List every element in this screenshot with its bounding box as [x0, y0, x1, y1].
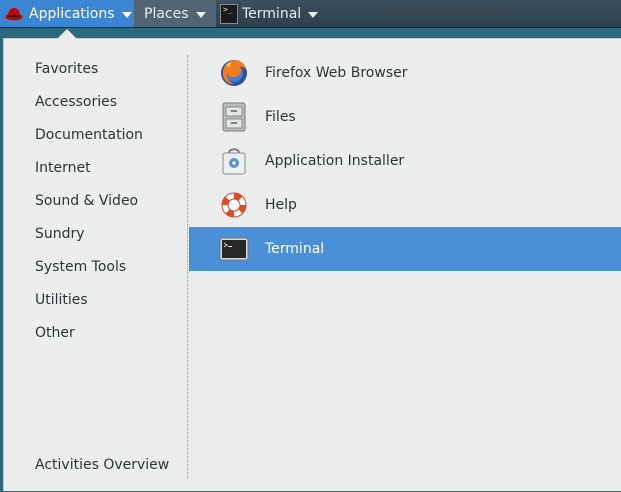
applications-menu-popup: Favorites Accessories Documentation Inte… — [3, 38, 621, 491]
category-item[interactable]: Sound & Video — [35, 191, 138, 211]
app-item-help[interactable]: Help — [189, 183, 621, 227]
menu-divider — [187, 55, 188, 479]
app-label: Terminal — [265, 241, 325, 257]
places-menu-button[interactable]: Places — [134, 0, 216, 27]
applications-menu-button[interactable]: Applications — [0, 0, 134, 27]
terminal-icon: >_ — [220, 3, 238, 24]
app-item-application-installer[interactable]: Application Installer — [189, 139, 621, 183]
app-label: Files — [265, 109, 296, 125]
places-label: Places — [144, 5, 189, 22]
terminal-app-label: Terminal — [242, 5, 302, 22]
top-bar: Applications Places >_ Terminal — [0, 0, 621, 28]
files-icon — [218, 101, 250, 133]
category-item[interactable]: Sundry — [35, 224, 85, 244]
category-item[interactable]: Accessories — [35, 92, 117, 112]
category-item[interactable]: Other — [35, 323, 75, 343]
app-item-firefox[interactable]: Firefox Web Browser — [189, 51, 621, 95]
app-item-terminal[interactable]: Terminal — [189, 227, 621, 271]
chevron-down-icon — [308, 11, 319, 18]
redhat-logo-icon — [4, 5, 24, 23]
app-item-files[interactable]: Files — [189, 95, 621, 139]
terminal-app-menu-button[interactable]: >_ Terminal — [216, 0, 326, 27]
app-label: Help — [265, 197, 297, 213]
app-label: Firefox Web Browser — [265, 65, 408, 81]
help-lifebuoy-icon — [218, 189, 250, 221]
category-item[interactable]: Utilities — [35, 290, 88, 310]
category-item[interactable]: Internet — [35, 158, 91, 178]
category-item[interactable]: System Tools — [35, 257, 126, 277]
chevron-down-icon — [195, 11, 206, 18]
terminal-icon — [218, 233, 250, 265]
activities-overview-item[interactable]: Activities Overview — [35, 455, 169, 475]
menu-pointer-arrow — [57, 29, 77, 39]
firefox-icon — [218, 57, 250, 89]
category-item[interactable]: Favorites — [35, 59, 98, 79]
category-item[interactable]: Documentation — [35, 125, 143, 145]
chevron-down-icon — [121, 11, 132, 18]
applications-label: Applications — [29, 5, 115, 22]
category-list: Favorites Accessories Documentation Inte… — [4, 39, 188, 492]
app-installer-icon — [218, 145, 250, 177]
app-label: Application Installer — [265, 153, 405, 169]
